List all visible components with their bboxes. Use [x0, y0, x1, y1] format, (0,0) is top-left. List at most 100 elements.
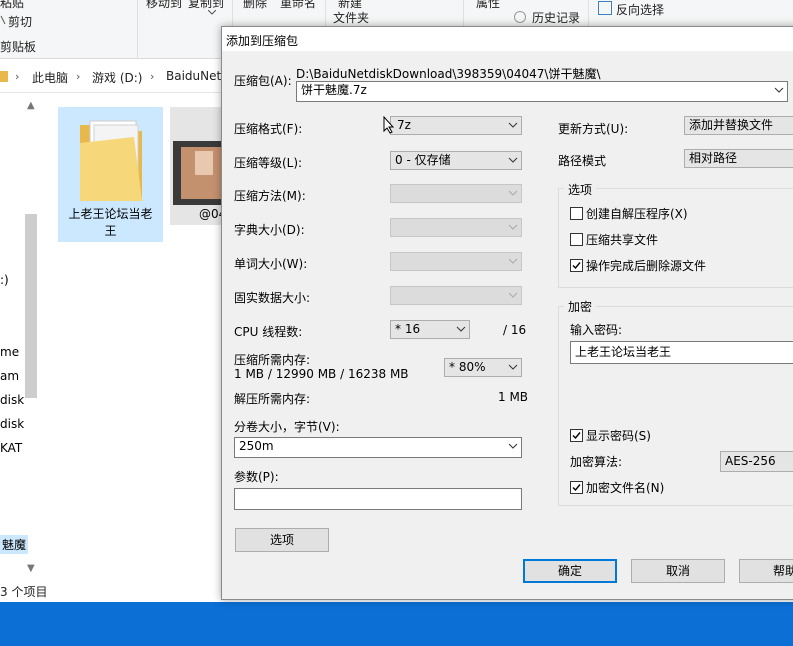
format-select[interactable]: 7z — [390, 116, 522, 135]
chevron-right-icon: › — [76, 70, 81, 83]
archive-name-input[interactable]: 饼干魅魔.7z — [296, 81, 788, 102]
enc-method-value: AES-256 — [725, 454, 776, 468]
encrypt-names-label[interactable]: 加密文件名(N) — [586, 479, 664, 496]
sfx-label[interactable]: 创建自解压程序(X) — [586, 205, 688, 222]
chevron-down-icon — [508, 157, 518, 163]
cut-icon — [0, 14, 6, 29]
file-item[interactable]: @04 — [170, 107, 226, 225]
update-label: 更新方式(U): — [558, 122, 629, 136]
cpu-label: CPU 线程数: — [234, 325, 303, 339]
encrypt-names-checkbox[interactable] — [570, 481, 583, 494]
delete-button[interactable]: 删除 — [243, 0, 267, 11]
path-mode-label: 路径模式 — [558, 154, 607, 168]
file-name: 上老王论坛当老 — [68, 207, 153, 221]
chevron-down-icon — [207, 5, 217, 19]
solid-label: 固实数据大小: — [234, 291, 311, 305]
volume-size-input[interactable]: 250m — [234, 437, 522, 458]
checkmark-icon — [572, 262, 581, 270]
mouse-cursor-icon — [383, 116, 394, 134]
level-select[interactable]: 0 - 仅存储 — [390, 151, 522, 170]
item-count: 3 个项目 — [0, 585, 48, 599]
paste-label[interactable]: 粘贴 — [0, 0, 24, 11]
nav-item[interactable]: KAT — [0, 441, 22, 455]
nav-item[interactable]: disk — [0, 393, 24, 407]
ok-button[interactable]: 确定 — [523, 559, 617, 583]
breadcrumb-this-pc[interactable]: 此电脑 — [32, 69, 68, 86]
dialog-title: 添加到压缩包 — [226, 34, 299, 48]
chevron-down-icon — [508, 292, 518, 298]
nav-item-selected[interactable]: 魅魔 — [0, 535, 29, 554]
shared-files-label[interactable]: 压缩共享文件 — [586, 231, 658, 248]
options-group-title: 选项 — [564, 181, 597, 198]
archive-path: D:\BaiduNetdiskDownload\398359\04047\饼干魅… — [296, 67, 601, 81]
cpu-value: * 16 — [395, 322, 421, 336]
dialog-titlebar[interactable]: 添加到压缩包 — [222, 27, 793, 51]
folder-icon — [0, 71, 8, 82]
level-value: 0 - 仅存储 — [395, 153, 451, 167]
mem-comp-value: 1 MB / 12990 MB / 16238 MB — [234, 367, 409, 381]
rename-button[interactable]: 重命名 — [280, 0, 316, 11]
update-value: 添加并替换文件 — [689, 118, 774, 132]
mem-percent-value: * 80% — [449, 360, 486, 374]
word-size-select[interactable] — [390, 252, 522, 271]
options-button[interactable]: 选项 — [235, 528, 329, 552]
show-password-label[interactable]: 显示密码(S) — [586, 427, 651, 444]
chevron-right-icon: › — [150, 70, 155, 83]
sfx-checkbox[interactable] — [570, 207, 583, 220]
ribbon-divider — [137, 0, 138, 58]
history-button[interactable]: 历史记录 — [532, 9, 580, 26]
delete-after-checkbox[interactable] — [570, 259, 583, 272]
copy-to-button[interactable]: 复制到 — [188, 0, 224, 11]
cpu-threads-select[interactable]: * 16 — [390, 320, 470, 339]
chevron-down-icon — [508, 122, 518, 128]
method-select[interactable] — [390, 184, 522, 203]
solid-size-select[interactable] — [390, 286, 522, 305]
help-button[interactable]: 帮助 — [739, 559, 793, 583]
method-label: 压缩方法(M): — [234, 189, 306, 203]
archive-label: 压缩包(A): — [234, 74, 292, 88]
dict-size-select[interactable] — [390, 218, 522, 237]
nav-item[interactable]: me — [0, 345, 19, 359]
nav-scrollbar[interactable] — [25, 214, 37, 398]
format-value: 7z — [397, 118, 411, 132]
cut-button[interactable]: 剪切 — [8, 13, 32, 30]
scroll-up-icon[interactable]: ▲ — [27, 100, 35, 111]
cpu-total: / 16 — [503, 323, 527, 337]
file-name: 王 — [104, 224, 117, 238]
checkmark-icon — [572, 432, 581, 440]
archive-name-value: 饼干魅魔.7z — [301, 83, 367, 97]
path-mode-select[interactable]: 相对路径 — [684, 149, 793, 168]
add-to-archive-dialog: 添加到压缩包 压缩包(A): D:\BaiduNetdiskDownload\3… — [221, 26, 793, 600]
nav-item[interactable]: am — [0, 369, 19, 383]
mem-decomp-value: 1 MB — [498, 390, 529, 404]
chevron-right-icon: › — [15, 70, 20, 83]
file-item[interactable]: 上老王论坛当老 王 — [58, 107, 163, 242]
nav-item[interactable]: disk — [0, 417, 24, 431]
invert-selection-button[interactable]: 反向选择 — [616, 1, 664, 18]
path-mode-value: 相对路径 — [689, 151, 738, 165]
nav-item[interactable]: :) — [0, 273, 9, 287]
shared-files-checkbox[interactable] — [570, 233, 583, 246]
enc-method-label: 加密算法: — [570, 455, 623, 469]
delete-after-label[interactable]: 操作完成后删除源文件 — [586, 257, 706, 274]
scroll-down-icon[interactable]: ▼ — [27, 563, 35, 574]
chevron-down-icon — [508, 443, 518, 449]
params-input[interactable] — [234, 488, 522, 510]
properties-button[interactable]: 属性 — [476, 0, 500, 11]
enc-method-select[interactable]: AES-256 — [720, 451, 793, 472]
breadcrumb-folder[interactable]: BaiduNet — [166, 69, 221, 83]
history-icon — [514, 11, 526, 23]
show-password-checkbox[interactable] — [570, 429, 583, 442]
password-label: 输入密码: — [570, 323, 623, 337]
breadcrumb-drive[interactable]: 游戏 (D:) — [92, 69, 142, 86]
password-input[interactable]: 上老王论坛当老王 — [570, 341, 793, 364]
new-folder-button[interactable]: 文件夹 — [333, 9, 369, 26]
move-to-button[interactable]: 移动到 — [146, 0, 182, 11]
update-mode-select[interactable]: 添加并替换文件 — [684, 116, 793, 135]
mem-comp-label: 压缩所需内存: — [234, 353, 311, 367]
volume-value: 250m — [239, 439, 274, 453]
mem-percent-select[interactable]: * 80% — [444, 358, 522, 377]
clipboard-group-label: 剪贴板 — [0, 40, 37, 54]
cancel-button[interactable]: 取消 — [631, 559, 725, 583]
folder-icon — [80, 120, 142, 201]
